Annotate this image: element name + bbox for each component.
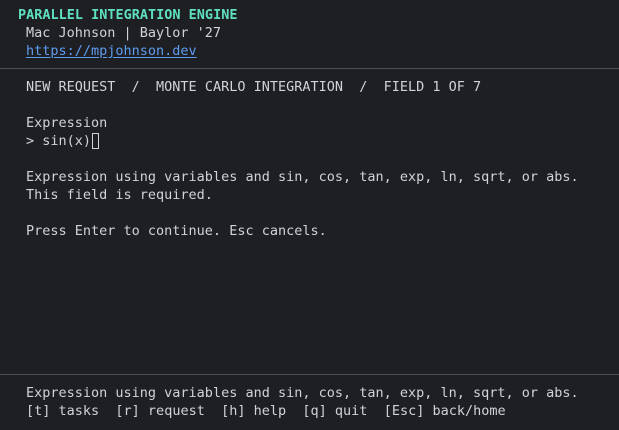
app-title: PARALLEL INTEGRATION ENGINE	[18, 7, 238, 23]
expression-input-value[interactable]: sin(x)	[42, 133, 91, 149]
key-tasks[interactable]: [t] tasks	[26, 403, 99, 419]
expression-field-label: Expression	[26, 115, 108, 131]
key-help[interactable]: [h] help	[221, 403, 286, 419]
form-instructions: Press Enter to continue. Esc cancels.	[26, 223, 327, 239]
key-back-home[interactable]: [Esc] back/home	[384, 403, 506, 419]
breadcrumb-step-monte-carlo: MONTE CARLO INTEGRATION	[156, 79, 343, 95]
author-link[interactable]: https://mpjohnson.dev	[26, 42, 197, 60]
breadcrumb-separator: /	[342, 79, 384, 95]
footer-help-text: Expression using variables and sin, cos,…	[26, 385, 579, 401]
breadcrumb: NEW REQUEST / MONTE CARLO INTEGRATION / …	[26, 78, 481, 96]
prompt-symbol: >	[26, 133, 43, 149]
footer-keybindings: [t] tasks [r] request [h] help [q] quit …	[26, 402, 506, 420]
breadcrumb-step-new-request: NEW REQUEST	[26, 79, 116, 95]
text-cursor	[92, 133, 100, 149]
breadcrumb-separator: /	[115, 79, 157, 95]
author-line: Mac Johnson | Baylor '27	[26, 25, 222, 41]
expression-input[interactable]: > sin(x)	[26, 132, 100, 150]
key-request[interactable]: [r] request	[115, 403, 204, 419]
footer-divider	[0, 374, 619, 375]
header-divider	[0, 68, 619, 69]
field-help-text: Expression using variables and sin, cos,…	[26, 169, 579, 185]
key-quit[interactable]: [q] quit	[302, 403, 367, 419]
field-required-text: This field is required.	[26, 187, 213, 203]
breadcrumb-field-counter: FIELD 1 OF 7	[383, 79, 482, 95]
